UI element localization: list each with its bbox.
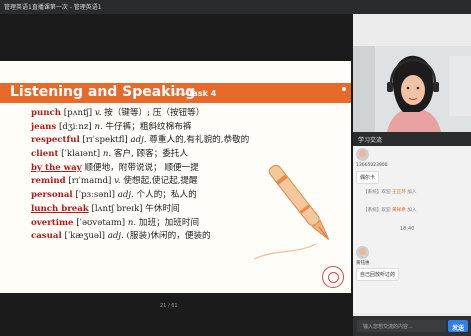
system-notice: 【系统】欢迎 黄祥希 加入 xyxy=(363,207,416,213)
message-bubble: 自己回放听过的 xyxy=(356,268,400,281)
user-avatar xyxy=(356,246,369,259)
vocab-pos: adj. xyxy=(107,231,127,242)
vocab-definition: 尊重人的,有礼貌的,恭敬的 xyxy=(149,135,250,146)
vocab-definition: 个人的；私人的 xyxy=(136,190,197,201)
vocab-phonetic: [rɪˈspektfl] xyxy=(79,135,131,146)
vocab-word: punch xyxy=(31,108,61,118)
vocab-word: by the way xyxy=(31,162,82,173)
chat-input-bar: 输入您想交流的内容... 发送 xyxy=(353,316,471,336)
vocab-phonetic: [dʒiːnz] xyxy=(56,121,95,132)
vocab-row: punch [pʌntʃ] v. 按（键等）; 压（按钮等） xyxy=(31,107,321,121)
slide-title-banner: Listening and Speaking ——Task 4 xyxy=(0,83,351,103)
notice-username: 王正环 xyxy=(392,190,406,195)
vocab-pos: n. xyxy=(102,149,114,160)
message-username: 13665023900 xyxy=(356,163,388,168)
vocab-definition: 顺便地，附带说说； 顺便一提 xyxy=(84,162,199,173)
slide-title: Listening and Speaking xyxy=(10,84,196,100)
vocab-pos: adj. xyxy=(130,135,150,146)
chat-input[interactable]: 输入您想交流的内容... xyxy=(357,320,446,332)
vocab-word: lunch break xyxy=(31,203,89,214)
slide-task-label: ——Task 4 xyxy=(172,89,217,98)
user-avatar xyxy=(356,148,369,161)
vocab-word: jeans xyxy=(31,121,57,132)
vocab-word: casual xyxy=(31,231,62,242)
chat-messages[interactable]: 13665023900 偶尔卡 【系统】欢迎 王正环 加入 【系统】欢迎 黄祥希… xyxy=(353,146,471,313)
send-button[interactable]: 发送 xyxy=(448,320,468,332)
vocab-definition: 牛仔裤；粗斜纹棉布裤 xyxy=(105,121,192,132)
window-titlebar: 管理英语1直播课第一次 - 管理英语1 xyxy=(0,0,471,14)
send-button-label: 发送 xyxy=(452,324,465,332)
vocab-definition: 客户, 顾客；委托人 xyxy=(113,149,189,160)
vocab-row: respectful [rɪˈspektfl] adj. 尊重人的,有礼貌的,恭… xyxy=(31,134,321,148)
page-indicator: 21 / 61 xyxy=(160,303,178,309)
side-panel: 学习交流 13665023900 偶尔卡 【系统】欢迎 王正环 加入 【系统】欢… xyxy=(353,14,471,336)
notice-suffix: 加入 xyxy=(405,208,417,213)
notice-prefix: 【系统】欢迎 xyxy=(363,190,393,195)
notice-suffix: 加入 xyxy=(405,190,417,195)
vocab-word: client xyxy=(31,149,59,160)
vocab-word: overtime xyxy=(31,217,74,228)
vocab-definition: 使想起,使记起,提醒 xyxy=(123,176,198,187)
vocab-definition: (服装)休闲的，便装的 xyxy=(126,231,211,242)
vocab-definition: 按（键等）; 压（按钮等） xyxy=(104,108,205,118)
chat-header: 学习交流 xyxy=(353,132,471,146)
vocab-phonetic: [pʌntʃ] xyxy=(61,108,95,118)
vocab-row: jeans [dʒiːnz] n. 牛仔裤；粗斜纹棉布裤 xyxy=(31,121,321,135)
chat-header-title: 学习交流 xyxy=(358,137,383,144)
chat-input-placeholder: 输入您想交流的内容... xyxy=(363,324,413,330)
message-timestamp: 18:40 xyxy=(400,226,415,232)
vocab-phonetic: [ˈklaɪənt] xyxy=(58,149,103,160)
slide: Listening and Speaking ——Task 4 punch [p… xyxy=(0,61,351,293)
vocab-phonetic: [rɪˈmaɪnd] xyxy=(65,176,115,187)
fountain-pen-illustration xyxy=(253,164,330,260)
vocab-word: respectful xyxy=(31,135,80,146)
vocab-phonetic: [ˈəʊvətaɪm] xyxy=(73,217,128,228)
message-bubble: 偶尔卡 xyxy=(356,171,380,184)
notice-prefix: 【系统】欢迎 xyxy=(363,208,393,213)
window-title: 管理英语1直播课第一次 - 管理英语1 xyxy=(4,4,102,11)
vocab-word: personal xyxy=(31,190,73,201)
slide-stage: Listening and Speaking ——Task 4 punch [p… xyxy=(0,14,353,336)
vocab-pos: v. xyxy=(94,108,105,118)
system-notice: 【系统】欢迎 王正环 加入 xyxy=(363,189,416,195)
vocab-definition: 加班；加班时间 xyxy=(138,217,200,228)
teacher-video-frame xyxy=(353,46,471,132)
message-username: 黄钰惠 xyxy=(356,261,370,266)
vocab-phonetic: [lʌntʃ breɪk] xyxy=(88,203,146,214)
school-seal-logo xyxy=(322,266,344,288)
vocab-phonetic: [ˈpɜːsənl] xyxy=(72,190,118,201)
vocab-word: remind xyxy=(31,176,66,187)
vocab-phonetic: [ˈkæʒuəl] xyxy=(61,231,108,242)
banner-dot-icon xyxy=(342,87,346,91)
teacher-camera xyxy=(353,46,471,132)
vocab-definition: 午休时间 xyxy=(145,203,180,214)
vocab-pos: n. xyxy=(127,217,139,228)
notice-username: 黄祥希 xyxy=(392,208,406,213)
vocab-pos: v. xyxy=(114,176,124,187)
vocab-pos: adj. xyxy=(117,190,137,201)
vocab-pos: n. xyxy=(94,121,106,132)
